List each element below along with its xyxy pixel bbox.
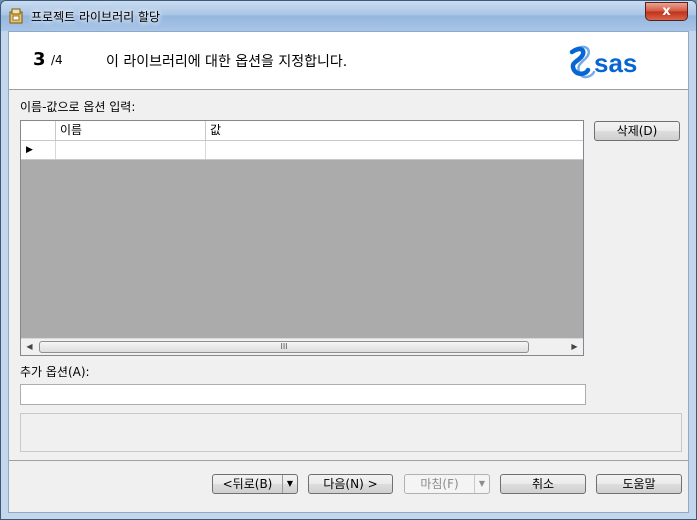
horizontal-scrollbar[interactable]: ◀ III ▶ — [21, 338, 583, 355]
help-button[interactable]: 도움말 — [596, 474, 682, 494]
column-header-value[interactable]: 값 — [206, 121, 583, 141]
app-icon — [9, 8, 23, 24]
scroll-thumb[interactable]: III — [39, 341, 529, 353]
finish-button[interactable]: 마침(F) ▼ — [404, 474, 490, 494]
row-header-corner — [21, 121, 56, 141]
wizard-header: 3 /4 이 라이브러리에 대한 옵션을 지정합니다. sas — [9, 32, 688, 90]
finish-button-label: 마침(F) — [420, 477, 459, 491]
footer-divider — [9, 460, 688, 461]
table-row[interactable]: ▶ — [21, 141, 583, 160]
client-area: 3 /4 이 라이브러리에 대한 옵션을 지정합니다. sas 이름-값으로 옵… — [8, 31, 689, 513]
sas-logo: sas — [569, 45, 637, 79]
back-dropdown-icon[interactable]: ▼ — [282, 475, 297, 493]
close-button[interactable]: x — [645, 2, 688, 21]
column-header-name[interactable]: 이름 — [56, 121, 206, 141]
wizard-window: 프로젝트 라이브러리 할당 x 3 /4 이 라이브러리에 대한 옵션을 지정합… — [0, 0, 697, 520]
finish-dropdown-icon[interactable]: ▼ — [474, 475, 489, 493]
additional-options-input[interactable] — [20, 384, 586, 405]
grid-header: 이름 값 — [21, 121, 583, 141]
page-title: 이 라이브러리에 대한 옵션을 지정합니다. — [106, 54, 348, 70]
value-cell[interactable] — [206, 141, 583, 159]
info-panel — [20, 413, 682, 452]
back-button[interactable]: <뒤로(B) ▼ — [212, 474, 298, 494]
row-selector-icon[interactable]: ▶ — [21, 141, 56, 159]
step-total: /4 — [51, 53, 63, 67]
name-cell[interactable] — [56, 141, 206, 159]
next-button[interactable]: 다음(N) > — [308, 474, 393, 494]
options-grid[interactable]: 이름 값 ▶ ◀ III ▶ — [20, 120, 584, 356]
cancel-button[interactable]: 취소 — [500, 474, 586, 494]
title-bar[interactable]: 프로젝트 라이브러리 할당 x — [1, 1, 696, 31]
scroll-right-icon[interactable]: ▶ — [566, 339, 583, 355]
delete-button[interactable]: 삭제(D) — [594, 121, 680, 141]
step-current: 3 — [33, 49, 46, 70]
sas-logo-text: sas — [594, 48, 637, 78]
name-value-label: 이름-값으로 옵션 입력: — [20, 100, 136, 114]
window-title: 프로젝트 라이브러리 할당 — [31, 10, 161, 24]
back-button-label: <뒤로(B) — [222, 477, 273, 491]
scroll-left-icon[interactable]: ◀ — [21, 339, 38, 355]
additional-options-label: 추가 옵션(A): — [20, 365, 90, 379]
